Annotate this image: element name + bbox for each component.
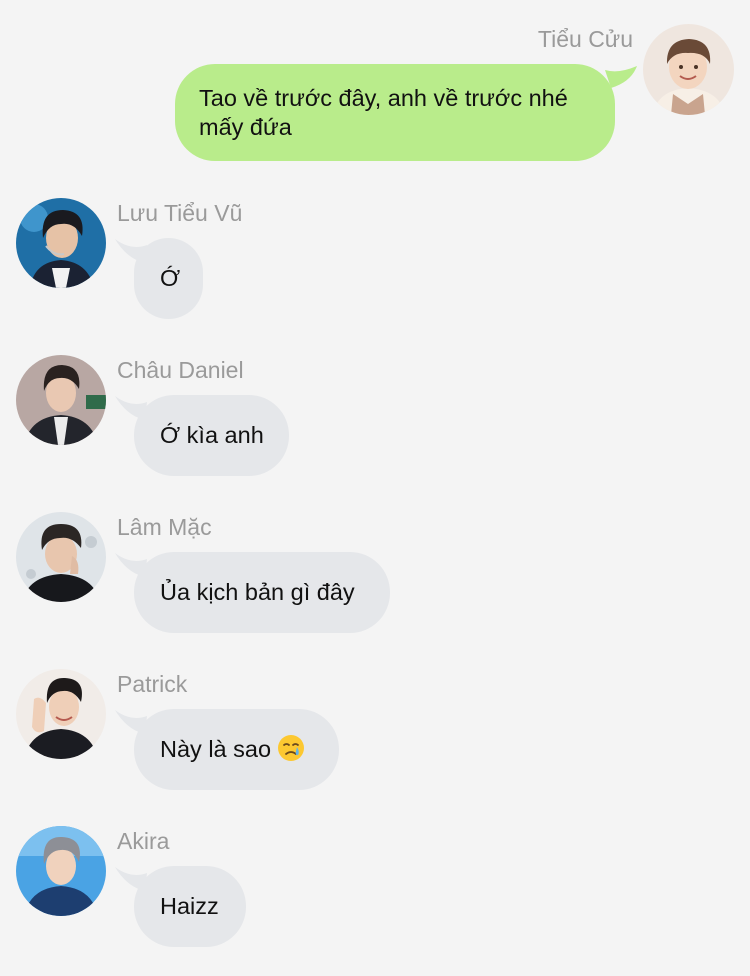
avatar[interactable] [16, 512, 106, 602]
message-text: Ớ kìa anh [160, 422, 264, 448]
sender-name: Akira [117, 828, 170, 854]
message-bubble[interactable]: Này là sao [134, 709, 339, 790]
avatar[interactable] [16, 198, 106, 288]
message-incoming: Lâm Mặc Ủa kịch bản gì đây [0, 512, 750, 662]
message-bubble[interactable]: Ớ kìa anh [134, 395, 289, 476]
sender-name: Châu Daniel [117, 357, 244, 383]
message-text: Haizz [160, 893, 219, 919]
chat-thread: Tiểu Cửu Tao về trước đây, anh về trước … [0, 0, 750, 960]
message-incoming: Lưu Tiểu Vũ Ớ [0, 198, 750, 348]
message-bubble[interactable]: Ủa kịch bản gì đây [134, 552, 390, 633]
user-avatar-icon [643, 24, 734, 115]
message-text: Ớ [160, 265, 181, 291]
avatar[interactable] [16, 355, 106, 445]
message-text: Ủa kịch bản gì đây [160, 579, 355, 605]
message-text: Này là sao [160, 736, 272, 762]
avatar[interactable] [16, 826, 106, 916]
message-incoming: Akira Haizz [0, 826, 750, 976]
message-incoming: Châu Daniel Ớ kìa anh [0, 355, 750, 505]
user-avatar-icon [16, 669, 106, 759]
user-avatar-icon [16, 512, 106, 602]
message-incoming: Patrick Này là sao [0, 669, 750, 819]
user-avatar-icon [16, 355, 106, 445]
user-avatar-icon [16, 826, 106, 916]
message-text: Tao về trước đây, anh về trước nhé mấy đ… [199, 85, 568, 140]
avatar[interactable] [643, 24, 734, 115]
message-bubble[interactable]: Haizz [134, 866, 246, 947]
avatar[interactable] [16, 669, 106, 759]
sender-name: Lâm Mặc [117, 514, 212, 540]
message-bubble[interactable]: Tao về trước đây, anh về trước nhé mấy đ… [175, 64, 615, 161]
user-avatar-icon [16, 198, 106, 288]
sender-name: Tiểu Cửu [537, 26, 633, 52]
crying-face-emoji-icon [278, 734, 305, 761]
message-outgoing: Tiểu Cửu Tao về trước đây, anh về trước … [0, 0, 750, 170]
sender-name: Patrick [117, 671, 188, 697]
sender-name: Lưu Tiểu Vũ [117, 200, 243, 226]
message-bubble[interactable]: Ớ [134, 238, 203, 319]
